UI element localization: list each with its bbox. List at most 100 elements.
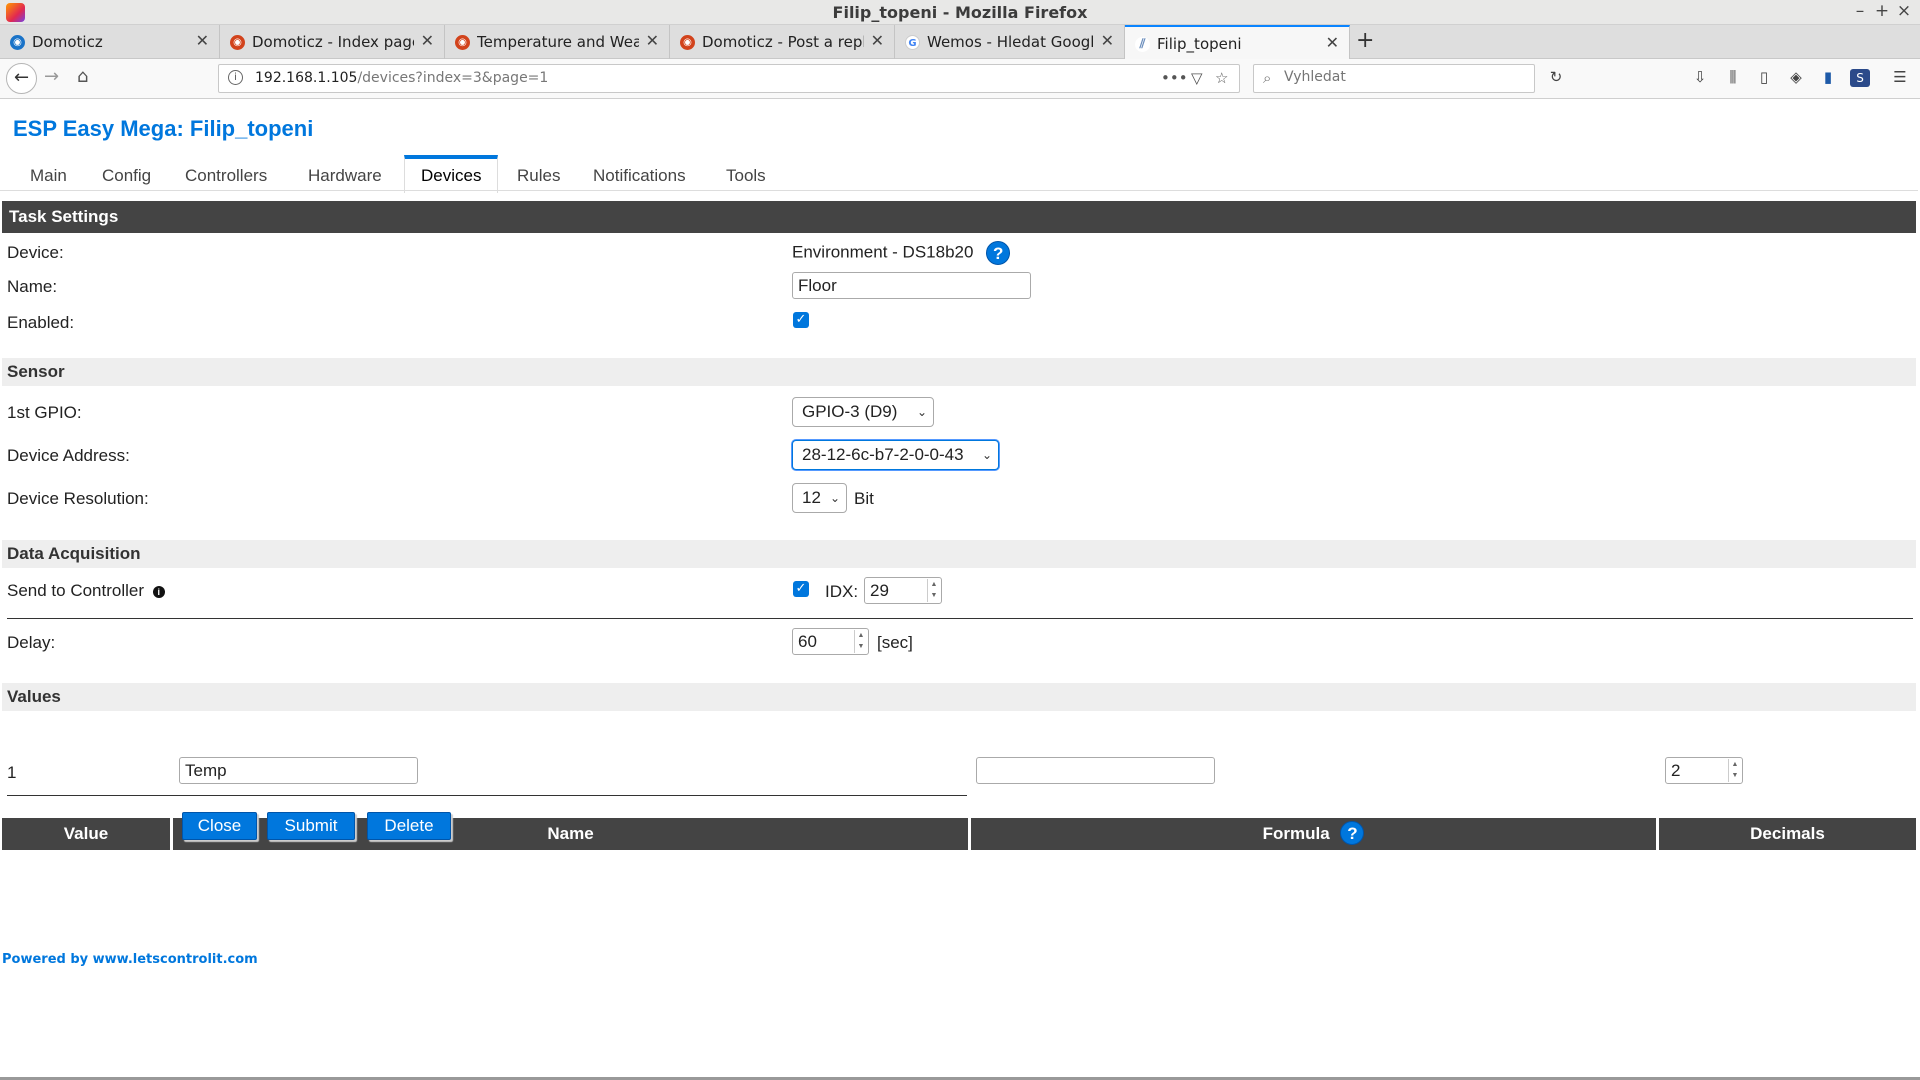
task-settings-header: Task Settings [2, 201, 1916, 233]
menu-rules[interactable]: Rules [501, 155, 576, 191]
formula-help-icon[interactable]: ? [1340, 821, 1365, 846]
reload-button[interactable]: ↻ [1546, 68, 1566, 86]
device-resolution-label: Device Resolution: [7, 489, 149, 508]
device-address-select[interactable]: 28-12-6c-b7-2-0-0-43 ⌄ [792, 440, 999, 470]
domoticz-favicon-icon: ◉ [455, 35, 470, 50]
resolution-unit: Bit [854, 489, 874, 508]
navigation-bar: ← → ⌂ i 192.168.1.105/devices?index=3&pa… [0, 59, 1920, 99]
address-selected-value: 28-12-6c-b7-2-0-0-43 [802, 445, 964, 464]
menu-config[interactable]: Config [86, 155, 167, 191]
value-name-input[interactable]: Temp [179, 757, 418, 784]
extension-icon[interactable]: ◈ [1786, 68, 1806, 86]
sensor-header: Sensor [2, 358, 1916, 386]
send-to-controller-row: Send to Controller i [7, 581, 165, 601]
delay-spinner[interactable]: ▲ ▼ [854, 630, 867, 653]
tab-wemos-google[interactable]: G Wemos - Hledat Googlem ✕ [895, 25, 1125, 59]
pocket-icon[interactable]: ▽ [1191, 69, 1203, 87]
send-to-controller-checkbox[interactable]: ✓ [793, 581, 809, 597]
value-index: 1 [7, 763, 17, 782]
divider [7, 795, 967, 796]
library-icon[interactable]: ⫼ [1723, 68, 1743, 86]
footer-link[interactable]: Powered by www.letscontrolit.com [2, 952, 258, 967]
forward-button[interactable]: → [44, 66, 59, 87]
window-title: Filip_topeni - Mozilla Firefox [832, 3, 1088, 22]
close-tab-icon[interactable]: ✕ [421, 31, 434, 50]
formula-input[interactable] [976, 757, 1215, 784]
tab-label: Domoticz - Post a reply [702, 33, 864, 51]
gpio-label: 1st GPIO: [7, 403, 82, 422]
domoticz-favicon-icon: ◉ [10, 35, 25, 50]
bookmark-star-icon[interactable]: ☆ [1215, 69, 1228, 87]
tab-temperature-weather[interactable]: ◉ Temperature and Weather ✕ [445, 25, 670, 59]
menu-main[interactable]: Main [14, 155, 83, 191]
tab-label: Domoticz [32, 33, 103, 51]
tab-strip: ◉ Domoticz ✕ ◉ Domoticz - Index page ✕ ◉… [0, 25, 1920, 60]
resolution-selected-value: 12 [802, 488, 821, 507]
tab-label: Wemos - Hledat Googlem [927, 33, 1094, 51]
search-bar[interactable]: ⌕ [1253, 64, 1535, 93]
menu-devices[interactable]: Devices [404, 155, 499, 193]
maximize-button[interactable]: + [1872, 1, 1892, 21]
domoticz-favicon-icon: ◉ [680, 35, 695, 50]
delay-input[interactable]: 60 ▲ ▼ [792, 628, 869, 655]
decimals-input[interactable]: 2 ▲ ▼ [1665, 757, 1743, 784]
gpio-selected-value: GPIO-3 (D9) [802, 402, 898, 421]
sidebar-icon[interactable]: ▯ [1754, 68, 1774, 86]
resolution-select[interactable]: 12 ⌄ [792, 483, 847, 513]
close-tab-icon[interactable]: ✕ [196, 31, 209, 50]
menu-controllers[interactable]: Controllers [169, 155, 283, 191]
back-button[interactable]: ← [6, 63, 37, 94]
send-to-controller-label: Send to Controller [7, 581, 145, 600]
chevron-down-icon: ⌄ [916, 405, 927, 419]
close-tab-icon[interactable]: ✕ [871, 31, 884, 50]
page-actions-icon[interactable]: ••• [1161, 69, 1188, 87]
domoticz-favicon-icon: ◉ [230, 35, 245, 50]
search-input[interactable] [1284, 69, 1524, 85]
device-address-label: Device Address: [7, 446, 130, 465]
device-label: Device: [7, 243, 64, 262]
tab-domoticz-index[interactable]: ◉ Domoticz - Index page ✕ [220, 25, 445, 59]
info-icon[interactable]: i [152, 585, 165, 598]
menu-tools[interactable]: Tools [710, 155, 782, 191]
idx-spinner[interactable]: ▲ ▼ [927, 579, 940, 602]
decimals-spinner[interactable]: ▲ ▼ [1728, 759, 1741, 782]
data-acquisition-header: Data Acquisition [2, 540, 1916, 568]
device-value: Environment - DS18b20 [792, 242, 974, 262]
tab-filip-topeni[interactable]: ⫽ Filip_topeni ✕ [1125, 25, 1350, 60]
values-header: Values [2, 683, 1916, 711]
formula-header-label: Formula [1262, 824, 1330, 843]
menu-hardware[interactable]: Hardware [292, 155, 398, 191]
chevron-down-icon: ⌄ [981, 448, 992, 462]
download-icon[interactable]: ⇩ [1690, 68, 1710, 86]
minimize-button[interactable]: – [1850, 1, 1870, 21]
close-button[interactable]: Close [182, 812, 257, 840]
submit-button[interactable]: Submit [267, 812, 355, 840]
google-favicon-icon: G [905, 35, 920, 50]
menu-divider [0, 190, 1918, 191]
device-value-row: Environment - DS18b20 ? [792, 241, 1011, 265]
device-help-icon[interactable]: ? [986, 241, 1011, 265]
home-button[interactable]: ⌂ [77, 66, 88, 87]
close-window-button[interactable]: × [1894, 1, 1914, 21]
search-icon: ⌕ [1263, 69, 1272, 87]
tab-domoticz-post-reply[interactable]: ◉ Domoticz - Post a reply ✕ [670, 25, 895, 59]
close-tab-icon[interactable]: ✕ [646, 31, 659, 50]
extension-book-icon[interactable]: ▮ [1818, 68, 1838, 86]
url-bar[interactable]: i 192.168.1.105/devices?index=3&page=1 •… [218, 64, 1240, 93]
close-tab-icon[interactable]: ✕ [1326, 33, 1339, 52]
enabled-checkbox[interactable]: ✓ [793, 312, 809, 328]
url-text[interactable]: 192.168.1.105/devices?index=3&page=1 [255, 70, 548, 86]
menu-hamburger-icon[interactable]: ☰ [1890, 68, 1910, 86]
delete-button[interactable]: Delete [367, 812, 451, 840]
gpio-select[interactable]: GPIO-3 (D9) ⌄ [792, 397, 934, 427]
close-tab-icon[interactable]: ✕ [1101, 31, 1114, 50]
site-info-icon[interactable]: i [228, 70, 243, 85]
tab-domoticz[interactable]: ◉ Domoticz ✕ [0, 25, 220, 59]
new-tab-button[interactable]: + [1356, 28, 1374, 53]
idx-label: IDX: [825, 582, 859, 601]
decimals-value: 2 [1671, 761, 1681, 780]
idx-input[interactable]: 29 ▲ ▼ [864, 577, 942, 604]
extension-s-icon[interactable]: S [1850, 69, 1870, 87]
menu-notifications[interactable]: Notifications [577, 155, 702, 191]
name-input[interactable]: Floor [792, 272, 1031, 299]
